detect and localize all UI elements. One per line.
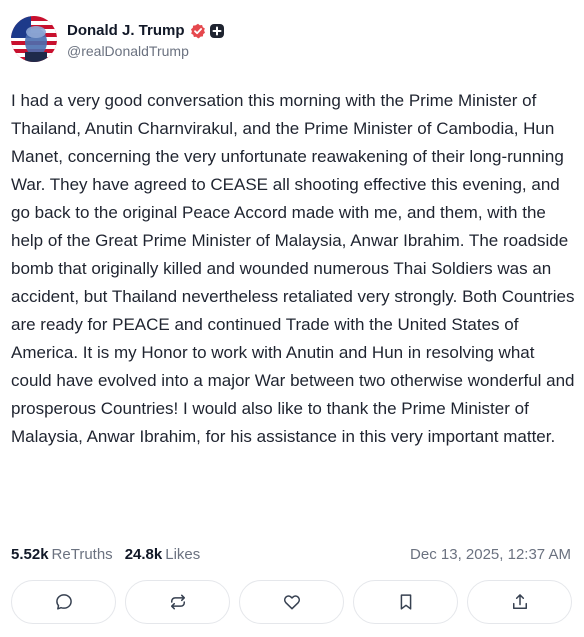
likes-count[interactable]: 24.8k: [125, 546, 163, 563]
author-info: Donald J. Trump @realDonaldTrump: [67, 20, 225, 59]
like-button[interactable]: [239, 580, 344, 624]
avatar[interactable]: [11, 16, 57, 62]
share-button[interactable]: [467, 580, 572, 624]
reply-icon: [55, 594, 72, 610]
verified-badge-icon: [190, 23, 206, 39]
retruths-label[interactable]: ReTruths: [52, 546, 113, 563]
reply-button[interactable]: [11, 580, 116, 624]
handle[interactable]: @realDonaldTrump: [67, 43, 225, 59]
post-text: I had a very good conversation this morn…: [11, 91, 575, 446]
timestamp: Dec 13, 2025, 12:37 AM: [410, 545, 571, 563]
likes-label[interactable]: Likes: [165, 546, 200, 563]
post-header: Donald J. Trump @realDonaldTrump: [11, 14, 571, 64]
display-name[interactable]: Donald J. Trump: [67, 22, 185, 39]
retruth-icon: [170, 594, 185, 610]
post-stats: 5.52k ReTruths 24.8k Likes Dec 13, 2025,…: [11, 542, 571, 566]
retruths-count[interactable]: 5.52k: [11, 546, 49, 563]
name-row: Donald J. Trump: [67, 20, 225, 42]
plus-badge-icon: [209, 23, 225, 39]
like-icon: [283, 595, 300, 610]
bookmark-button[interactable]: [353, 580, 458, 624]
retruth-button[interactable]: [125, 580, 230, 624]
avatar-image: [11, 16, 57, 62]
bookmark-icon: [400, 594, 411, 610]
share-icon: [512, 594, 527, 609]
action-bar: [11, 580, 572, 624]
